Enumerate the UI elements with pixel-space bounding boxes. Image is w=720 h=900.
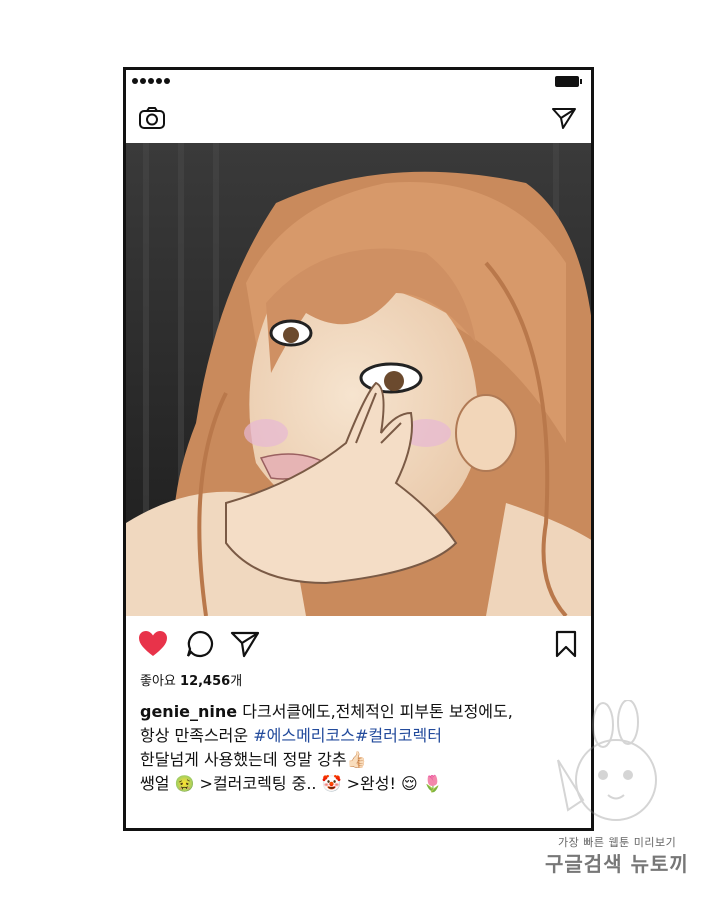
- caption-text-3: 한달넘게 사용했는데 정말 강추: [140, 750, 347, 769]
- status-bar: [126, 70, 591, 92]
- sick-emoji: 🤢: [174, 774, 195, 793]
- likes-unit: 개: [230, 674, 243, 689]
- phone-frame: 좋아요 12,456개 genie_nine 다크서클에도,전체적인 피부톤 보…: [123, 67, 594, 831]
- send-icon[interactable]: [551, 106, 577, 130]
- caption-text-4c: >완성!: [341, 774, 401, 793]
- top-bar: [126, 92, 591, 142]
- thumbs-up-emoji: 👍🏻: [346, 750, 367, 769]
- post-image: [126, 143, 591, 616]
- caption-line-1: genie_nine 다크서클에도,전체적인 피부톤 보정에도,: [140, 700, 581, 724]
- camera-icon[interactable]: [138, 106, 166, 130]
- caption-line-2: 항상 만족스러운 #에스메리코스#컬러코렉터: [140, 724, 581, 748]
- post-caption: 좋아요 12,456개 genie_nine 다크서클에도,전체적인 피부톤 보…: [140, 670, 581, 796]
- tulip-emoji: 🌷: [422, 774, 443, 793]
- heart-icon[interactable]: [138, 630, 168, 658]
- caption-line-4: 쌩얼 🤢 >컬러코렉팅 중.. 🤡 >완성! 😌 🌷: [140, 772, 581, 796]
- share-icon[interactable]: [230, 630, 260, 658]
- likes-label: 좋아요: [140, 674, 176, 689]
- likes-count[interactable]: 좋아요 12,456개: [140, 670, 581, 694]
- hashtag-link[interactable]: #에스메리코스#컬러코렉터: [253, 726, 442, 745]
- signal-icon: [132, 78, 170, 84]
- bookmark-icon[interactable]: [555, 630, 577, 658]
- comment-icon[interactable]: [186, 630, 214, 658]
- caption-text-4a: 쌩얼: [140, 774, 175, 793]
- username[interactable]: genie_nine: [140, 702, 237, 721]
- clown-emoji: 🤡: [321, 774, 342, 793]
- action-bar: [126, 626, 591, 662]
- likes-number: 12,456: [180, 674, 231, 689]
- caption-text-1: 다크서클에도,전체적인 피부톤 보정에도,: [242, 702, 513, 721]
- watermark-line-2: 구글검색 뉴토끼: [545, 852, 689, 876]
- caption-line-3: 한달넘게 사용했는데 정말 강추👍🏻: [140, 748, 581, 772]
- illustration: [126, 143, 591, 616]
- battery-icon: [555, 76, 582, 87]
- caption-text-4b: >컬러코렉팅 중..: [194, 774, 322, 793]
- caption-text-2: 항상 만족스러운: [140, 726, 254, 745]
- relieved-emoji: 😌: [400, 774, 418, 793]
